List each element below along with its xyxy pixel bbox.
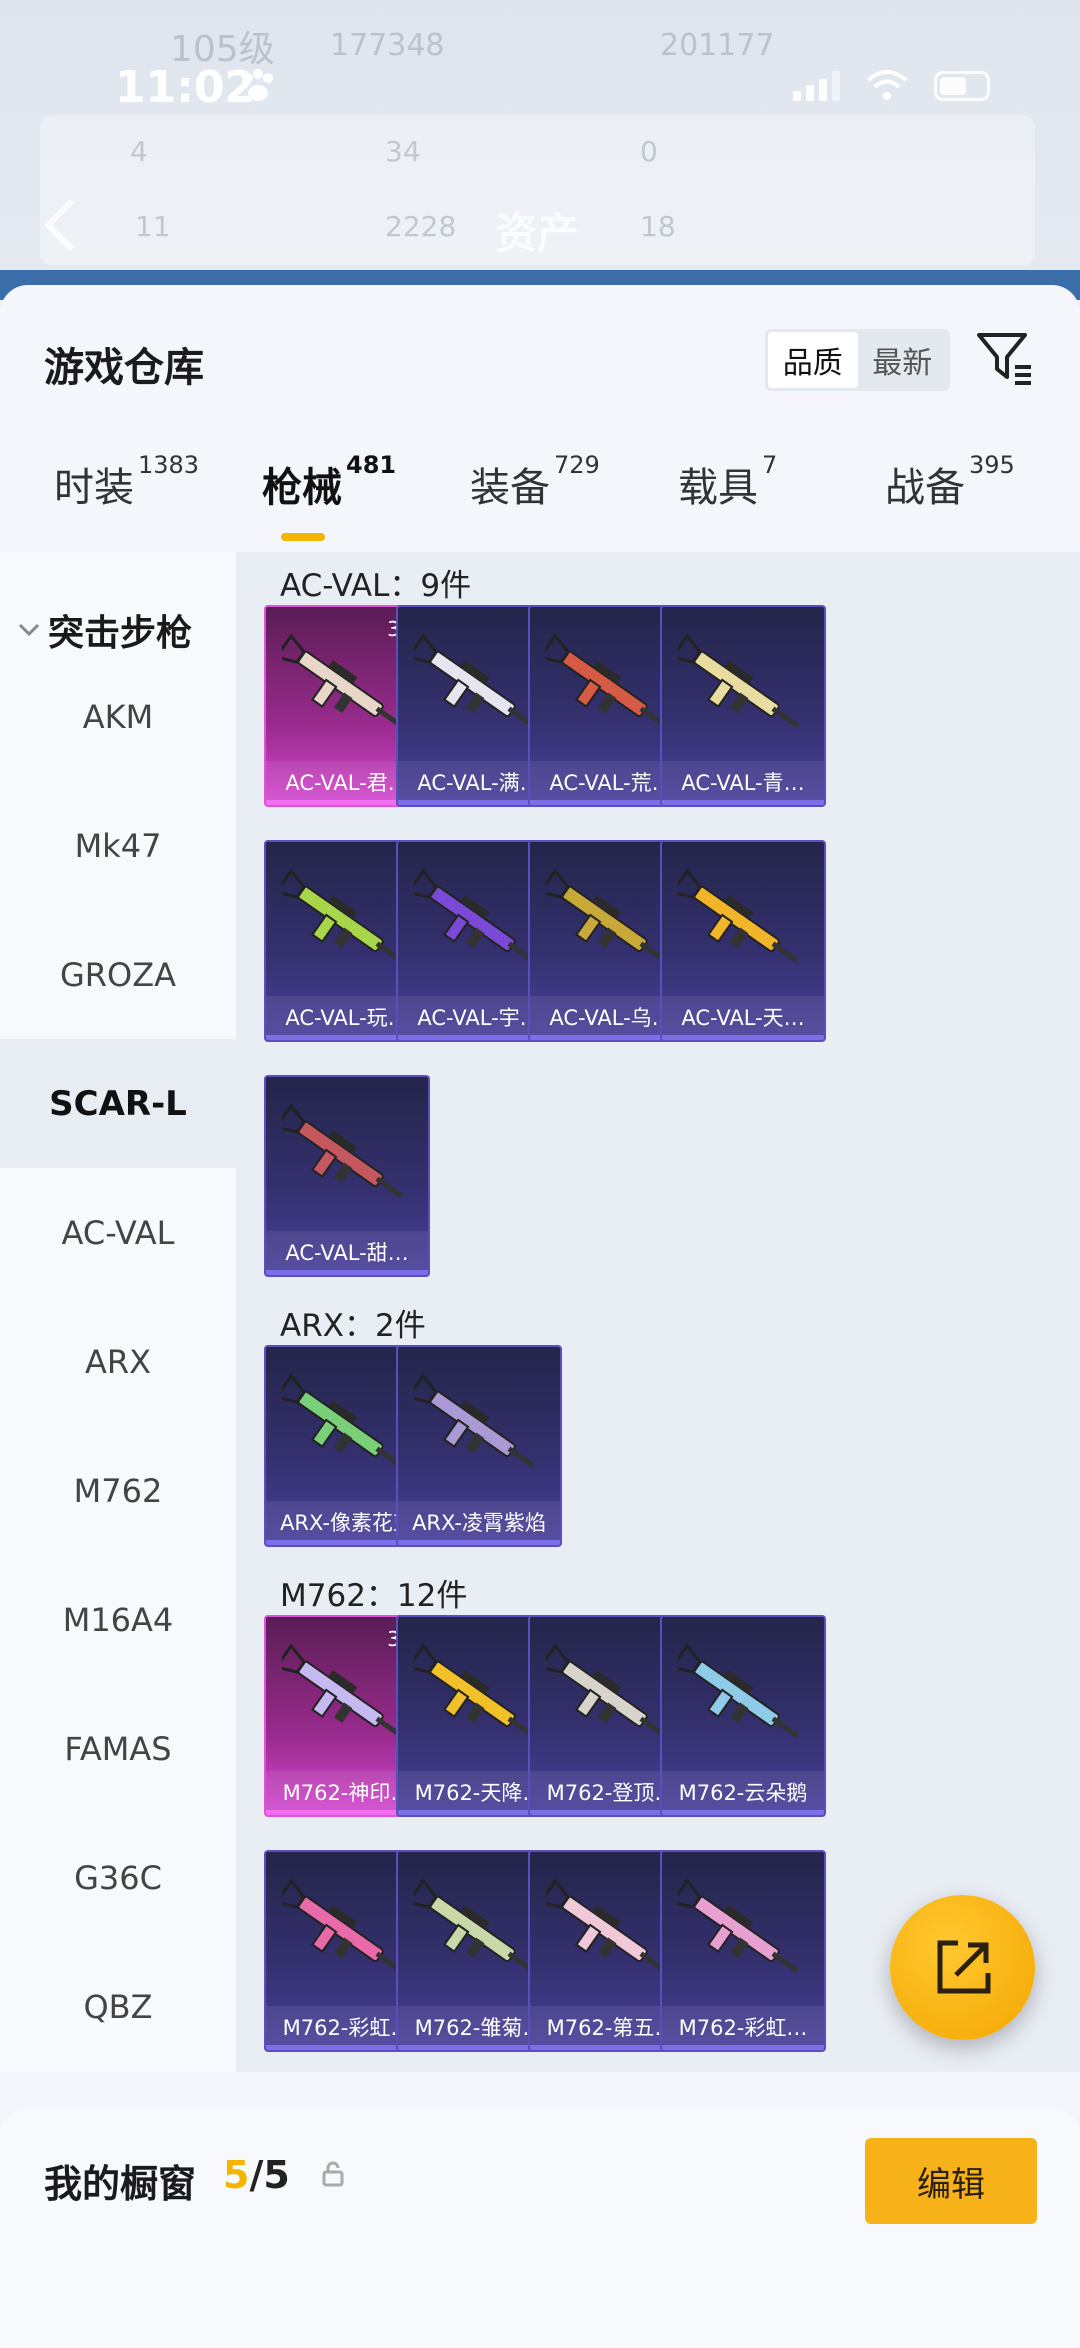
weapon-name: AC-VAL-青… — [662, 761, 824, 805]
sidebar-item-qbz[interactable]: QBZ — [0, 1942, 236, 2071]
tab-guns[interactable]: 枪械 481 — [262, 451, 396, 513]
signal-icon — [793, 71, 840, 101]
sheet-title: 游戏仓库 — [44, 345, 204, 391]
weapon-content: AC-VAL：9件3级AC-VAL-君…AC-VAL-满…AC-VAL-荒…AC… — [236, 552, 1080, 2072]
gun-image — [678, 1643, 799, 1738]
category-tabs: 时装 1383 枪械 481 装备 729 载具 7 战备 395 — [0, 451, 1080, 545]
weapon-name: M762-云朵鹅 — [662, 1771, 824, 1815]
weapon-card[interactable]: ARX-凌霄紫焰 — [396, 1345, 562, 1547]
showcase-title: 我的橱窗 — [44, 2162, 197, 2206]
background-title: 资产 — [495, 209, 580, 258]
tab-vehicles[interactable]: 载具 7 — [678, 451, 777, 513]
status-icons — [793, 70, 990, 102]
group-title: ARX：2件 — [280, 1308, 426, 1344]
rarity-bar — [398, 1540, 560, 1545]
showcase-bar: 我的橱窗 5/5 编辑 — [0, 2108, 1080, 2348]
background-n2: 34 — [385, 135, 421, 168]
warehouse-sheet: 游戏仓库 品质 最新 时装 1383 枪械 481 装备 729 载具 7 战备 395 … — [0, 285, 1080, 2348]
active-tab-indicator — [281, 533, 325, 541]
sidebar-item-scar-l[interactable]: SCAR-L — [0, 1039, 236, 1168]
sidebar-item-g36c[interactable]: G36C — [0, 1813, 236, 1942]
share-button[interactable] — [890, 1895, 1035, 2040]
sidebar-item-famas[interactable]: FAMAS — [0, 1684, 236, 1813]
background-num1: 177348 — [330, 28, 445, 63]
category-header[interactable]: 突击步枪 — [18, 604, 192, 656]
sidebar-item-ac-val[interactable]: AC-VAL — [0, 1168, 236, 1297]
lock-icon — [322, 2161, 344, 2187]
gun-image — [678, 633, 799, 728]
gun-image — [414, 1373, 535, 1468]
weapon-name: AC-VAL-天… — [662, 996, 824, 1040]
wifi-icon — [866, 70, 908, 100]
category-label: 突击步枪 — [48, 613, 193, 654]
background-num2: 201177 — [660, 28, 775, 63]
weapon-card[interactable]: AC-VAL-天… — [660, 840, 826, 1042]
background-n4: 11 — [135, 210, 171, 243]
sidebar-item-akm[interactable]: AKM — [0, 652, 236, 781]
background-n3: 0 — [640, 135, 658, 168]
tab-fashion[interactable]: 时装 1383 — [54, 451, 199, 513]
group-title: M762：12件 — [280, 1578, 468, 1614]
rarity-bar — [662, 1810, 824, 1815]
group-title: AC-VAL：9件 — [280, 568, 472, 604]
rarity-bar — [662, 800, 824, 805]
battery-icon — [934, 71, 990, 101]
sort-quality-button[interactable]: 品质 — [768, 332, 858, 388]
back-arrow-icon[interactable] — [40, 195, 80, 255]
background-n6: 18 — [640, 210, 676, 243]
weapon-sidebar: 突击步枪 AKM Mk47 GROZA SCAR-L AC-VAL ARX M762 M16A… — [0, 552, 236, 2072]
sidebar-item-arx[interactable]: ARX — [0, 1297, 236, 1426]
rarity-bar — [662, 2045, 824, 2050]
showcase-count: 5/5 — [223, 2153, 290, 2197]
status-time: 11:02 — [115, 62, 256, 113]
weapon-card[interactable]: M762-云朵鹅 — [660, 1615, 826, 1817]
weapon-card[interactable]: AC-VAL-甜… — [264, 1075, 430, 1277]
filter-icon[interactable] — [975, 329, 1035, 389]
gun-image — [282, 1103, 403, 1198]
background-n5: 2228 — [385, 210, 457, 243]
sidebar-item-groza[interactable]: GROZA — [0, 910, 236, 1039]
tab-supplies[interactable]: 战备 395 — [885, 451, 1015, 513]
gun-image — [678, 868, 799, 963]
paw-icon — [243, 69, 273, 101]
tab-equipment[interactable]: 装备 729 — [470, 451, 600, 513]
weapon-card[interactable]: M762-彩虹… — [660, 1850, 826, 2052]
weapon-name: AC-VAL-甜… — [266, 1231, 428, 1275]
background-n1: 4 — [130, 135, 148, 168]
rarity-bar — [266, 1270, 428, 1275]
weapon-card[interactable]: AC-VAL-青… — [660, 605, 826, 807]
share-icon — [937, 1940, 991, 1994]
sidebar-item-mk47[interactable]: Mk47 — [0, 781, 236, 910]
sidebar-item-m16a4[interactable]: M16A4 — [0, 1555, 236, 1684]
weapon-name: ARX-凌霄紫焰 — [398, 1501, 560, 1545]
weapon-name: M762-彩虹… — [662, 2006, 824, 2050]
sort-newest-button[interactable]: 最新 — [858, 332, 948, 388]
rarity-bar — [662, 1035, 824, 1040]
sidebar-item-m762[interactable]: M762 — [0, 1426, 236, 1555]
edit-button[interactable]: 编辑 — [865, 2138, 1037, 2224]
sort-toggle: 品质 最新 — [765, 329, 950, 391]
gun-image — [678, 1878, 799, 1973]
chevron-down-icon — [18, 623, 40, 637]
